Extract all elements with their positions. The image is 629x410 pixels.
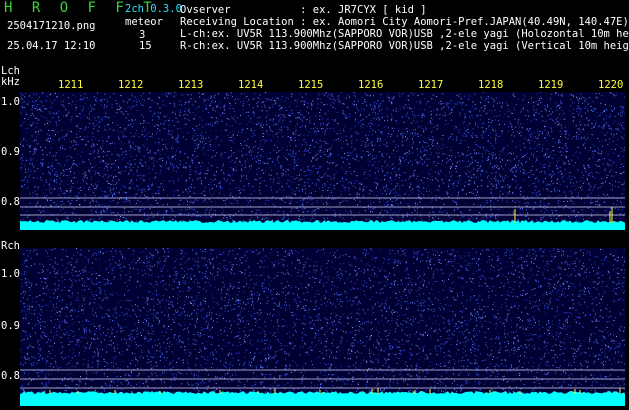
mode-label: 2ch 0.3.0 (125, 3, 182, 15)
observer-info: Ovserver : ex. JR7CYX [ kid ] (180, 4, 427, 16)
noise-dots (20, 92, 625, 222)
meteor-label: meteor (125, 16, 163, 28)
lch-spectrogram (20, 92, 625, 230)
time-tick-1214: 1214 (238, 79, 264, 91)
rch-label: Rch (1, 240, 20, 252)
rch-ytick-1: 1.0 (1, 268, 20, 280)
time-tick-1211: 1211 (58, 79, 84, 91)
rch-spectrogram (20, 248, 625, 406)
filename-label: 2504171210.png (7, 20, 96, 32)
time-tick-1213: 1213 (178, 79, 204, 91)
time-tick-1220: 1220 (598, 79, 624, 91)
lch-unit: kHz (1, 76, 20, 88)
lch-spectrogram-svg (20, 92, 625, 230)
time-tick-1216: 1216 (358, 79, 384, 91)
rch-spectrogram-svg (20, 248, 625, 406)
baseline-band (20, 394, 625, 406)
lch-ytick-3: 0.8 (1, 196, 20, 208)
time-tick-1218: 1218 (478, 79, 504, 91)
location-info: Receiving Location : ex. Aomori City Aom… (180, 16, 629, 28)
time-tick-1217: 1217 (418, 79, 444, 91)
lch-ytick-2: 0.9 (1, 146, 20, 158)
time-tick-1212: 1212 (118, 79, 144, 91)
rch-ytick-2: 0.9 (1, 320, 20, 332)
rch-ytick-3: 0.8 (1, 370, 20, 382)
meteor-count-rch: 15 (139, 40, 152, 52)
time-tick-1219: 1219 (538, 79, 564, 91)
baseline-noise (20, 391, 625, 394)
noise-dots (20, 248, 625, 393)
lch-ytick-1: 1.0 (1, 96, 20, 108)
time-tick-1215: 1215 (298, 79, 324, 91)
baseline-noise (20, 220, 625, 223)
lch-info: L-ch:ex. UV5R 113.900Mhz(SAPPORO VOR)USB… (180, 28, 629, 40)
baseline-band (20, 223, 625, 230)
datetime-label: 25.04.17 12:10 (7, 40, 96, 52)
rch-info: R-ch:ex. UV5R 113.900Mhz(SAPPORO VOR)USB… (180, 40, 629, 52)
